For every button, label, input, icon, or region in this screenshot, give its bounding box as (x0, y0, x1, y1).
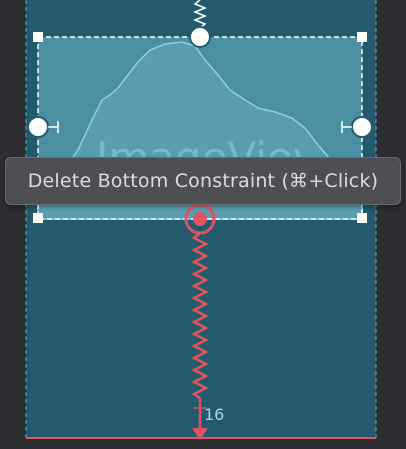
tooltip: Delete Bottom Constraint (⌘+Click) (5, 157, 401, 205)
resize-handle-bottom-left[interactable] (33, 213, 43, 223)
layout-editor-canvas (25, 0, 377, 440)
tooltip-text: Delete Bottom Constraint (⌘+Click) (27, 170, 379, 192)
resize-handle-top-right[interactable] (357, 32, 367, 42)
resize-handle-bottom-right[interactable] (357, 213, 367, 223)
top-anchor-handle[interactable] (189, 26, 211, 48)
bottom-margin-label: 16 (204, 405, 225, 424)
resize-handle-top-left[interactable] (33, 32, 43, 42)
